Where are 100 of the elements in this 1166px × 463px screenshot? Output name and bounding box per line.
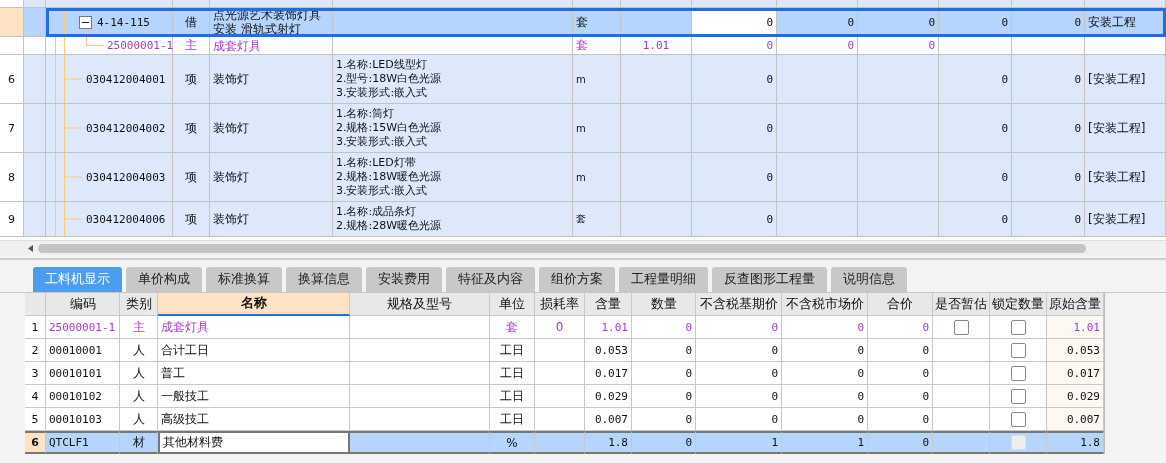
table-cell: 25000001-1 [46,316,120,339]
table-cell: 装饰灯 [210,153,333,202]
table-cell: 工日 [490,362,535,385]
column-header[interactable]: 损耗率 [535,293,585,316]
table-cell: 0.053 [585,339,632,362]
table-cell: 人 [120,408,158,431]
table-cell: 0.017 [585,362,632,385]
table-cell: [安装工程] [1085,55,1166,104]
table-cell: 0 [939,104,1012,153]
table-cell [535,431,585,454]
table-cell: 0 [696,408,782,431]
table-cell: 一般技工 [158,385,350,408]
table-cell: 0 [692,104,777,153]
tab[interactable]: 标准换算 [206,267,282,292]
column-header[interactable]: 规格及型号 [350,293,490,316]
table-cell: 00010101 [46,362,120,385]
tab[interactable]: 组价方案 [539,267,615,292]
row-number: 8 [0,153,24,202]
column-header[interactable]: 不含税市场价 [782,293,868,316]
column-header[interactable]: 锁定数量 [990,293,1047,316]
table-cell: 0 [1012,202,1085,237]
table-cell: 1.名称:筒灯 2.规格:15W白色光源 3.安装形式:嵌入式 [333,104,573,153]
table-cell [24,55,46,104]
table-cell: 0.029 [1047,385,1104,408]
table-cell: 0 [868,362,933,385]
row-number: 2 [25,339,46,362]
collapse-icon[interactable] [79,15,92,29]
table-cell: 装饰灯 [210,55,333,104]
table-cell: 成套灯具 [210,37,333,55]
table-cell: 项 [173,104,210,153]
column-header[interactable]: 单位 [490,293,535,316]
column-header[interactable]: 数量 [632,293,696,316]
checkbox[interactable] [1010,342,1026,358]
table-cell: 0 [939,202,1012,237]
table-cell: 0 [696,385,782,408]
table-cell: m [573,104,621,153]
table-cell: 00010001 [46,339,120,362]
table-cell: 0 [696,316,782,339]
table-cell: 0.053 [1047,339,1104,362]
table-cell: 人 [120,339,158,362]
table-cell: 0.029 [585,385,632,408]
table-cell: 25000001-1 [46,37,173,55]
table-cell [535,385,585,408]
tab[interactable]: 特征及内容 [446,267,535,292]
table-cell: 0 [632,339,696,362]
row-number: 3 [25,362,46,385]
tab[interactable]: 换算信息 [286,267,362,292]
table-cell: 0 [868,408,933,431]
table-cell [0,37,24,55]
table-cell: 普工 [158,362,350,385]
table-cell: 材 [120,431,158,454]
column-header[interactable]: 不含税基期价 [696,293,782,316]
table-cell: 1.名称:LED线型灯 2.型号:18W白色光源 3.安装形式:嵌入式 [333,55,573,104]
checkbox[interactable] [1010,388,1026,404]
checkbox[interactable] [1010,365,1026,381]
table-cell [535,362,585,385]
column-header[interactable]: 原始含量 [1047,293,1104,316]
checkbox[interactable] [1010,319,1026,335]
table-cell: 0.007 [585,408,632,431]
table-cell: 人 [120,362,158,385]
row-number: 6 [0,55,24,104]
table-cell: 合计工日 [158,339,350,362]
row-number: 5 [25,408,46,431]
row-number: 7 [0,104,24,153]
checkbox[interactable] [1010,411,1026,427]
table-cell: 工日 [490,385,535,408]
table-cell: 0 [632,408,696,431]
table-cell [24,8,46,37]
column-header[interactable]: 类别 [120,293,158,316]
checkbox[interactable] [953,319,969,335]
column-header[interactable]: 是否暂估 [933,293,990,316]
scrollbar-thumb[interactable] [38,243,1086,253]
scroll-left-icon[interactable] [28,244,33,252]
table-cell [621,202,692,237]
table-cell: 0 [939,55,1012,104]
tab[interactable]: 说明信息 [831,267,907,292]
table-cell: 0 [1012,153,1085,202]
table-cell: 1 [782,431,868,454]
input-field[interactable]: 其他材料费 [158,431,350,454]
table-cell: 0 [632,316,696,339]
table-cell: 0 [692,37,777,55]
table-cell: 项 [173,202,210,237]
column-header[interactable]: 编码 [46,293,120,316]
column-header[interactable]: 含量 [585,293,632,316]
table-cell: % [490,431,535,454]
table-cell: 1 [696,431,782,454]
table-cell: 0 [632,431,696,454]
table-cell [24,202,46,237]
row-number: 9 [0,202,24,237]
table-cell: 主 [120,316,158,339]
column-header[interactable]: 名称 [158,293,350,316]
table-cell: 0 [782,316,868,339]
table-cell: 0.007 [1047,408,1104,431]
table-cell: 0 [782,339,868,362]
tab[interactable]: 反查图形工程量 [712,267,827,292]
column-header[interactable]: 合价 [868,293,933,316]
tab[interactable]: 工程量明细 [619,267,708,292]
tab[interactable]: 单价构成 [126,267,202,292]
tab[interactable]: 安装费用 [366,267,442,292]
table-cell: 1.8 [585,431,632,454]
